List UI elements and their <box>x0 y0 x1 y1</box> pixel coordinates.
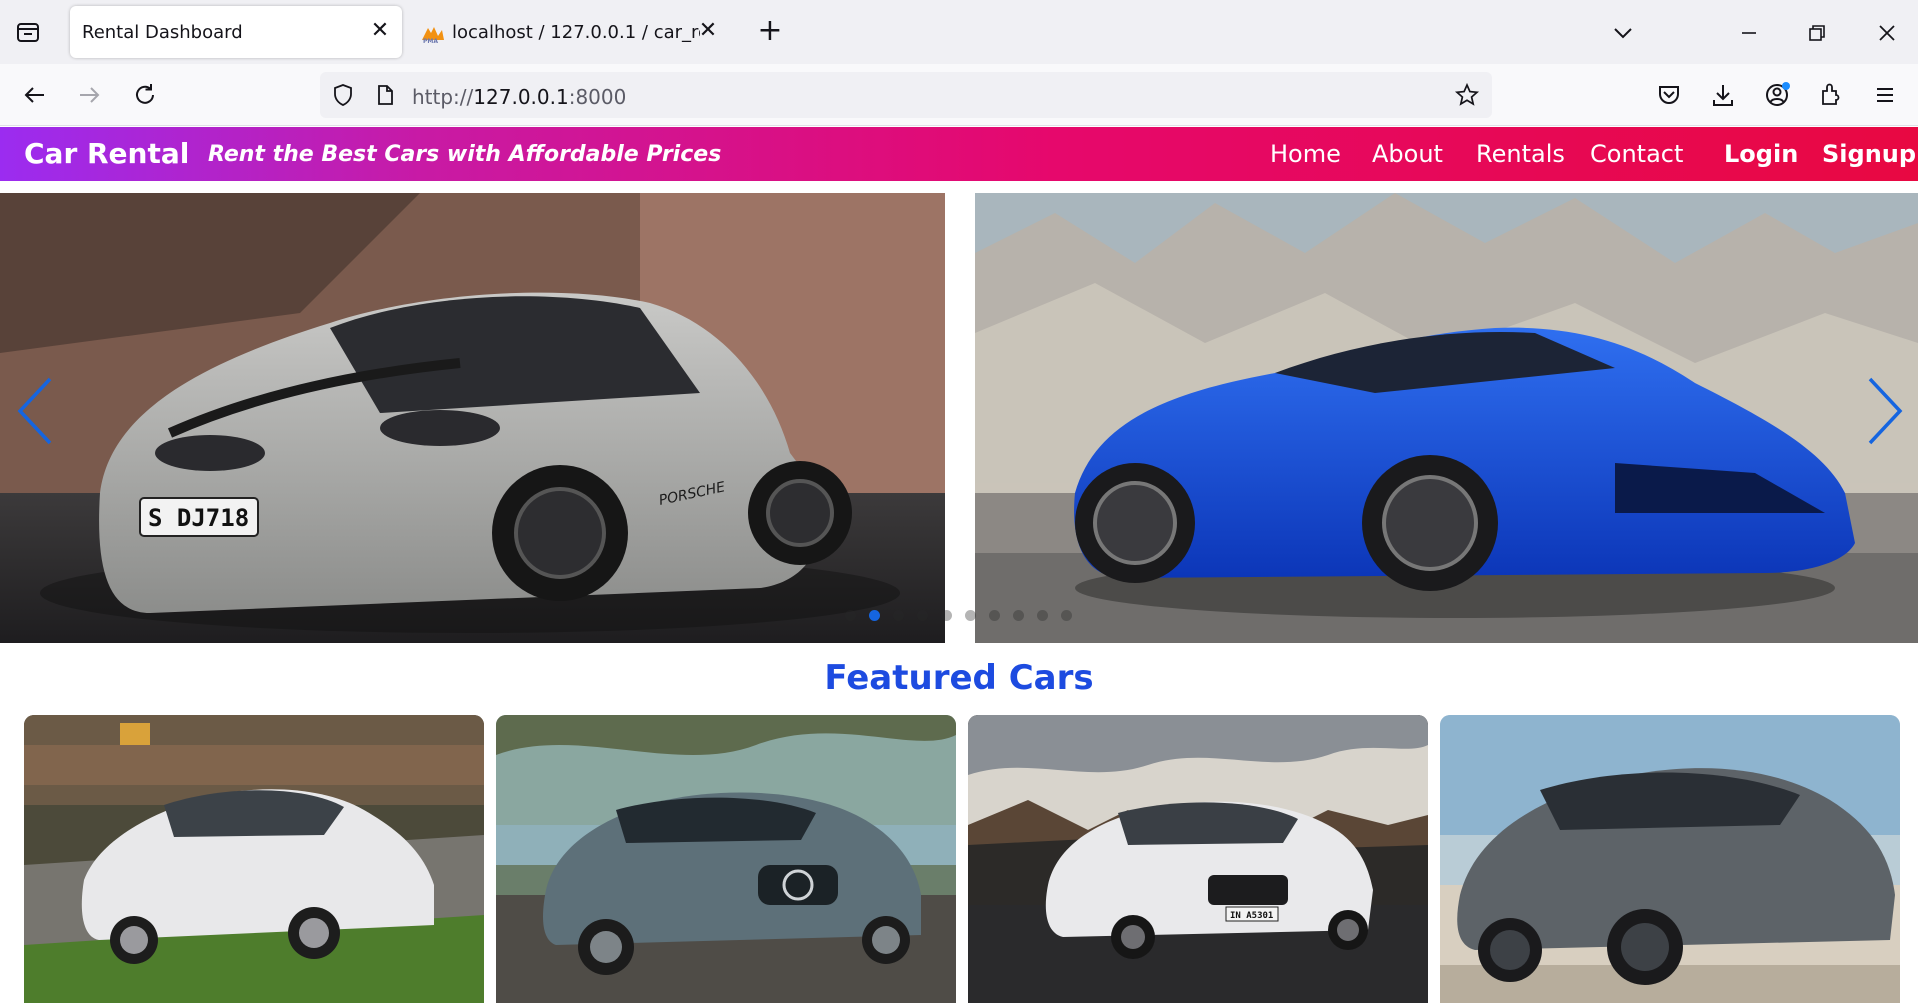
list-all-tabs-chevron-icon[interactable] <box>1608 18 1638 48</box>
url-host: 127.0.0.1 <box>473 85 569 109</box>
back-icon[interactable] <box>18 78 52 112</box>
nav-home[interactable]: Home <box>1270 140 1341 168</box>
tab-phpmyadmin[interactable]: PMA localhost / 127.0.0.1 / car_rental ✕ <box>414 6 730 58</box>
close-window-icon[interactable] <box>1872 18 1902 48</box>
tab-title: Rental Dashboard <box>82 22 243 43</box>
carousel-prev-chevron-icon[interactable] <box>14 373 58 449</box>
url-text[interactable]: http://127.0.0.1:8000 <box>412 85 626 109</box>
tagline: Rent the Best Cars with Affordable Price… <box>208 142 722 167</box>
minimize-icon[interactable] <box>1734 18 1764 48</box>
nav-login[interactable]: Login <box>1724 140 1798 168</box>
tab-title: localhost / 127.0.0.1 / car_rental <box>452 22 700 43</box>
carousel-dot[interactable] <box>1037 610 1048 621</box>
tab-list-icon[interactable] <box>14 18 42 46</box>
menu-icon[interactable] <box>1868 78 1902 112</box>
featured-plate: IN A5301 <box>1230 911 1273 921</box>
featured-card-white-sedan[interactable] <box>24 715 484 1003</box>
pocket-icon[interactable] <box>1652 78 1686 112</box>
carousel-dot-active[interactable] <box>869 610 880 621</box>
close-tab-icon[interactable]: ✕ <box>696 19 720 43</box>
url-scheme: http:// <box>412 85 474 109</box>
carousel-dot[interactable] <box>917 610 928 621</box>
carousel-dot[interactable] <box>845 610 856 621</box>
featured-card-teal-sedan[interactable] <box>496 715 956 1003</box>
carousel-slide-grey-coupe[interactable]: S DJ718 PORSCHE <box>0 193 945 643</box>
featured-cars-heading: Featured Cars <box>824 658 1094 698</box>
blue-supercar-image <box>975 193 1918 643</box>
hero-carousel: S DJ718 PORSCHE <box>0 193 1918 643</box>
close-tab-icon[interactable]: ✕ <box>368 19 392 43</box>
featured-card-grey-electric-sedan[interactable] <box>1440 715 1900 1003</box>
url-bar[interactable]: http://127.0.0.1:8000 <box>320 72 1492 118</box>
grey-coupe-image: S DJ718 PORSCHE <box>0 193 945 643</box>
reload-icon[interactable] <box>128 78 162 112</box>
teal-sedan-image <box>496 715 956 1003</box>
nav-about[interactable]: About <box>1372 140 1443 168</box>
featured-card-white-sportback[interactable]: IN A5301 <box>968 715 1428 1003</box>
carousel-plate: S DJ718 <box>148 504 249 532</box>
grey-electric-sedan-image <box>1440 715 1900 1003</box>
shield-icon[interactable] <box>330 82 356 108</box>
new-tab-icon[interactable]: + <box>756 16 784 46</box>
carousel-next-chevron-icon[interactable] <box>1862 373 1906 449</box>
tab-rental-dashboard[interactable]: Rental Dashboard ✕ <box>70 6 402 58</box>
carousel-dot[interactable] <box>941 610 952 621</box>
site-header: Car Rental Rent the Best Cars with Affor… <box>0 127 1918 181</box>
url-port: :8000 <box>568 85 627 109</box>
carousel-dot[interactable] <box>989 610 1000 621</box>
account-icon[interactable] <box>1760 78 1794 112</box>
downloads-icon[interactable] <box>1706 78 1740 112</box>
browser-toolbar: http://127.0.0.1:8000 <box>0 64 1918 126</box>
page-info-icon[interactable] <box>372 82 398 108</box>
carousel-dot[interactable] <box>1061 610 1072 621</box>
forward-icon[interactable] <box>72 78 106 112</box>
carousel-slide-blue-supercar[interactable] <box>975 193 1918 643</box>
phpmyadmin-icon: PMA <box>422 27 444 44</box>
carousel-dot[interactable] <box>893 610 904 621</box>
nav-signup[interactable]: Signup <box>1822 140 1916 168</box>
svg-text:PMA: PMA <box>423 38 438 44</box>
nav-contact[interactable]: Contact <box>1590 140 1683 168</box>
white-sportback-image: IN A5301 <box>968 715 1428 1003</box>
extensions-icon[interactable] <box>1814 78 1848 112</box>
nav-rentals[interactable]: Rentals <box>1476 140 1565 168</box>
carousel-dot[interactable] <box>965 610 976 621</box>
white-sedan-image <box>24 715 484 1003</box>
restore-icon[interactable] <box>1802 18 1832 48</box>
browser-tab-bar: Rental Dashboard ✕ PMA localhost / 127.0… <box>0 0 1918 64</box>
bookmark-star-icon[interactable] <box>1454 82 1480 108</box>
carousel-dot[interactable] <box>1013 610 1024 621</box>
brand-logo-text[interactable]: Car Rental <box>24 137 189 170</box>
